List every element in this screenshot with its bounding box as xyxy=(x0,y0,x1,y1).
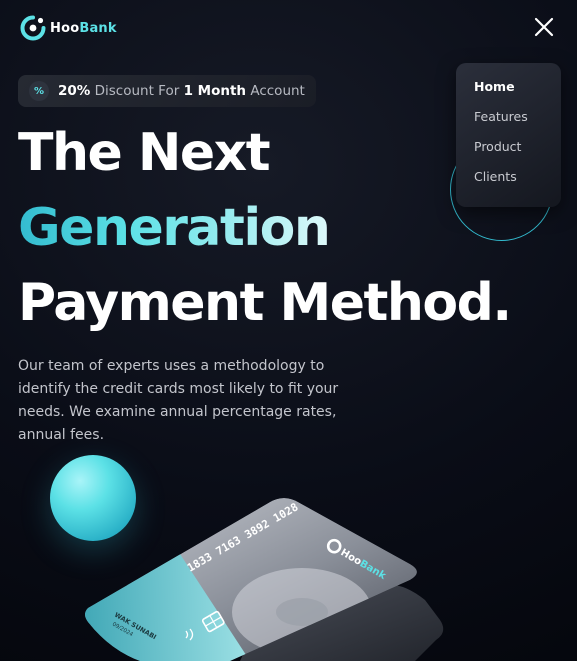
mobile-nav-menu: Home Features Product Clients xyxy=(456,63,561,207)
discount-percent: 20% xyxy=(58,83,91,99)
hoobank-logo-icon xyxy=(20,15,46,41)
close-menu-button[interactable] xyxy=(531,14,557,40)
brand-name-teal: Bank xyxy=(79,20,117,36)
credit-card-illustration: 1833 7163 3892 1028 WAK SUNABI 09/2024 H… xyxy=(85,498,444,661)
discount-badge: % 20% Discount For 1 Month Account xyxy=(18,75,316,107)
hero-title-line-3: Payment Method. xyxy=(18,273,512,333)
landing-page: HooBank Home Features Product Clients % … xyxy=(0,0,577,661)
hero-title-line-2: Generation xyxy=(18,198,331,258)
discount-duration: 1 Month xyxy=(183,83,247,99)
hero-title-line-1: The Next xyxy=(18,123,271,183)
nav-item-home[interactable]: Home xyxy=(474,79,561,109)
brand-name-white: Hoo xyxy=(50,20,80,36)
nav-item-features[interactable]: Features xyxy=(474,109,561,139)
brand-logo[interactable]: HooBank xyxy=(20,14,117,42)
close-icon xyxy=(534,17,554,37)
discount-text: 20% Discount For 1 Month Account xyxy=(58,83,305,99)
hero-description: Our team of experts uses a methodology t… xyxy=(18,358,339,443)
discount-mid: Discount For xyxy=(90,83,184,99)
nav-item-product[interactable]: Product xyxy=(474,139,561,169)
brand-name: HooBank xyxy=(50,21,117,36)
nav-item-clients[interactable]: Clients xyxy=(474,169,561,199)
discount-icon: % xyxy=(29,81,49,101)
discount-tail: Account xyxy=(246,83,305,99)
